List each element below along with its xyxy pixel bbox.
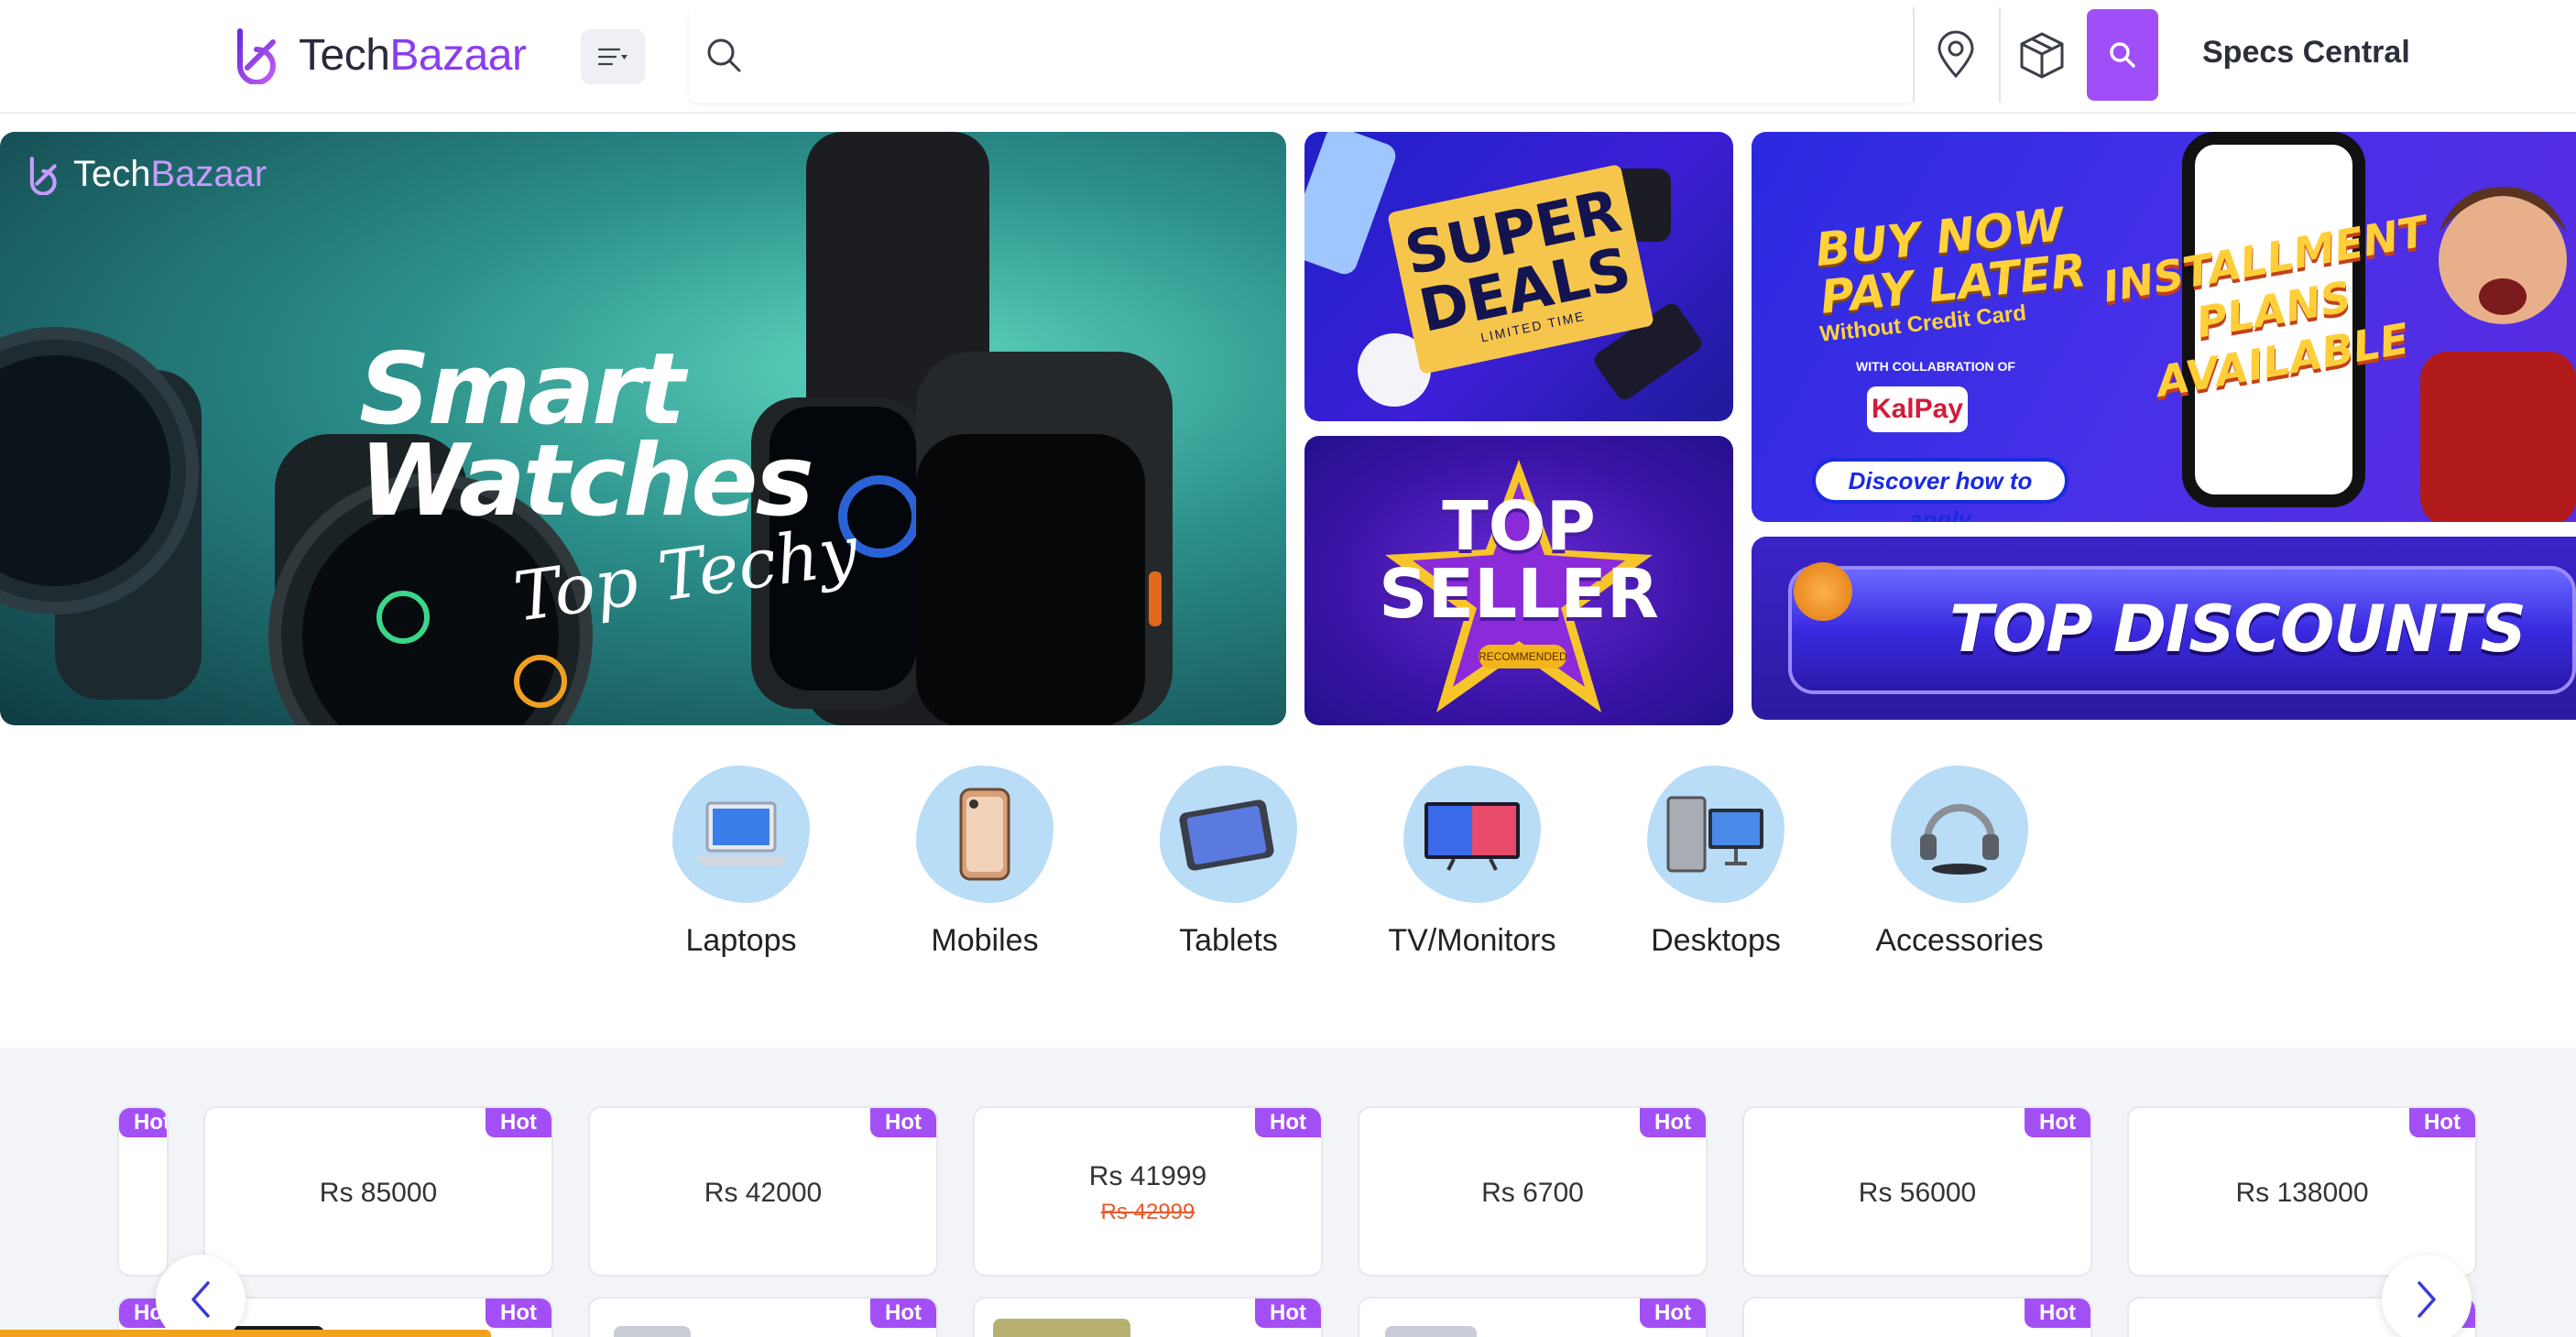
category-tv-monitors[interactable]: TV/Monitors [1350,766,1594,959]
product-card[interactable]: Hot [973,1297,1323,1337]
product-thumbnail [614,1326,691,1337]
product-old-price: Rs 42999 [1100,1200,1195,1224]
search-bar [689,7,1915,103]
top-seller-label: TOP SELLER [1304,493,1733,628]
category-row: Laptops Mobiles Tablets TV/Monitors Desk… [619,766,2081,959]
logo-text-tech: Tech [299,30,390,80]
hot-badge: Hot [2409,1108,2475,1137]
tablet-icon [1160,766,1297,903]
search-submit-button[interactable] [2087,9,2158,101]
hot-badge: Hot [1640,1299,1706,1328]
bnpl-collab-label: WITH COLLABRATION OF [1856,359,2015,374]
hot-badge: Hot [1255,1299,1321,1328]
techbazaar-logo[interactable]: TechBazaar [231,22,527,88]
logo-text-bazaar: Bazaar [389,30,527,80]
category-label: Tablets [1179,923,1278,958]
product-price: Rs 41999 [1088,1161,1207,1191]
scroll-progress-bar [0,1330,491,1337]
mobile-icon [916,766,1053,903]
product-price: Rs 56000 [1858,1178,1977,1208]
product-card[interactable]: Hot Rs 41999 Rs 42999 [973,1106,1323,1277]
product-card-partial[interactable]: Hot [117,1106,169,1277]
category-label: Laptops [685,923,797,958]
product-price: Rs 6700 [1481,1178,1584,1208]
hot-badge: Hot [870,1108,936,1137]
search-icon [707,38,741,72]
hot-badge: Hot [486,1299,551,1328]
product-card[interactable]: Hot Rs 56000 [1742,1106,2092,1277]
top-discounts-label: TOP DISCOUNTS [1949,592,2527,667]
banner-title: Smart Watches [359,332,814,538]
hot-badge: Hot [486,1108,551,1137]
bnpl-headline: BUY NOW PAY LATER [1813,198,2089,324]
kalpay-logo: KalPay [1867,386,1968,432]
package-box-icon [2020,32,2064,79]
hot-badge: Hot [1255,1108,1321,1137]
carousel-next-button[interactable] [2382,1255,2472,1337]
top-seller-line2: SELLER [1379,555,1659,634]
category-mobiles[interactable]: Mobiles [863,766,1107,959]
carousel-prev-button[interactable] [156,1255,246,1337]
product-price: Rs 42000 [704,1178,823,1208]
product-card[interactable]: Hot [588,1297,938,1337]
product-card[interactable]: Hot Rs 85000 [203,1106,553,1277]
product-card[interactable]: Hot [1742,1297,2092,1337]
map-pin-icon [1937,30,1974,79]
location-button[interactable] [1913,7,1997,103]
category-tablets[interactable]: Tablets [1107,766,1350,959]
product-card[interactable]: Hot Rs 138000 [2127,1106,2477,1277]
hot-badge: Hot [2025,1299,2090,1328]
installment-plans-banner[interactable]: BUY NOW PAY LATER Without Credit Card WI… [1752,132,2576,522]
category-laptops[interactable]: Laptops [619,766,863,959]
super-deals-banner[interactable]: SUPER DEALS LIMITED TIME [1304,132,1733,421]
desktop-icon [1647,766,1785,903]
product-card[interactable]: Hot [1358,1297,1708,1337]
banner-title-line2: Watches [359,424,814,538]
search-input[interactable] [759,18,1915,92]
menu-lines-icon [597,48,628,66]
track-order-button[interactable] [1999,7,2083,103]
product-price: Rs 85000 [319,1178,438,1208]
specs-central-link[interactable]: Specs Central [2202,35,2410,71]
discover-how-button[interactable]: Discover how to apply [1812,458,2068,522]
recommended-badge: RECOMMENDED [1479,645,1567,668]
top-header: TechBazaar Specs Central [0,0,2576,114]
category-desktops[interactable]: Desktops [1594,766,1838,959]
product-thumbnail [1385,1326,1477,1337]
category-accessories[interactable]: Accessories [1838,766,2081,959]
tv-icon [1403,766,1541,903]
accessories-icon [1891,766,2028,903]
chevron-right-icon [2418,1281,2436,1318]
search-icon [2110,42,2135,68]
category-label: Desktops [1651,923,1781,958]
category-label: Accessories [1875,923,2044,958]
hot-badge: Hot [119,1108,167,1137]
excited-person-image [2420,187,2576,522]
logo-mark-icon [237,28,276,84]
chevron-left-icon [191,1281,210,1318]
banner-title-line1: Smart [359,332,685,447]
product-price: Rs 138000 [2235,1178,2369,1208]
category-label: Mobiles [931,923,1039,958]
top-discounts-banner[interactable]: TOP DISCOUNTS [1752,537,2576,720]
coin-icon [1794,562,1852,621]
hot-badge: Hot [870,1299,936,1328]
category-menu-button[interactable] [581,29,645,84]
laptop-icon [672,766,810,903]
category-label: TV/Monitors [1388,923,1556,958]
product-card[interactable]: Hot Rs 6700 [1358,1106,1708,1277]
hot-badge: Hot [2025,1108,2090,1137]
top-seller-line1: TOP [1442,487,1596,566]
installment-plans-label: INSTALLMENT PLANS AVAILABLE [2099,206,2431,407]
hot-badge: Hot [1640,1108,1706,1137]
product-card[interactable]: Hot Rs 42000 [588,1106,938,1277]
logo-text: TechBazaar [299,30,527,81]
smart-watches-banner[interactable]: TechBazaar Smart Watches Top Techy [0,132,1286,725]
top-seller-banner[interactable]: TOP SELLER RECOMMENDED [1304,436,1733,725]
product-thumbnail [993,1319,1130,1337]
